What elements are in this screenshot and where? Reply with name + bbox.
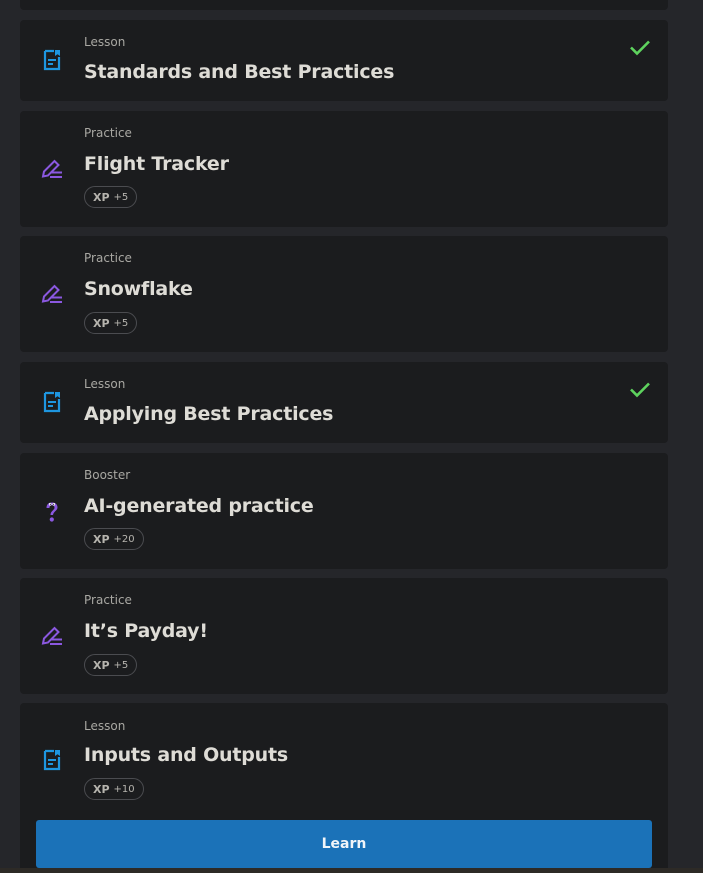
completed-check-icon: [630, 40, 650, 56]
item-title: Inputs and Outputs: [84, 744, 288, 766]
item-title: AI-generated practice: [84, 495, 314, 517]
list-item-practice-its-payday[interactable]: Practice It’s Payday! XP +5: [20, 578, 668, 694]
item-type-label: Practice: [84, 126, 132, 140]
bottom-divider: [0, 868, 703, 873]
list-item-lesson-applying-best-practices[interactable]: Lesson Applying Best Practices: [20, 362, 668, 443]
learn-button[interactable]: Learn: [36, 820, 652, 868]
practice-pencil-icon: [41, 626, 62, 645]
xp-badge: XP +5: [84, 654, 138, 676]
item-title: Snowflake: [84, 278, 193, 300]
xp-value: +20: [113, 533, 135, 545]
item-type-label: Practice: [84, 593, 132, 607]
xp-badge: XP +20: [84, 528, 144, 550]
item-title: It’s Payday!: [84, 620, 208, 642]
list-item-practice-snowflake[interactable]: Practice Snowflake XP +5: [20, 236, 668, 352]
booster-question-icon: [46, 502, 58, 522]
item-type-label: Lesson: [84, 719, 126, 733]
xp-label: XP: [93, 532, 110, 546]
xp-label: XP: [93, 316, 110, 330]
xp-value: +5: [113, 659, 129, 671]
completed-check-icon: [630, 382, 650, 398]
item-type-label: Practice: [84, 251, 132, 265]
item-title: Applying Best Practices: [84, 403, 334, 425]
lesson-doc-icon: [43, 391, 61, 413]
item-title: Flight Tracker: [84, 153, 229, 175]
item-type-label: Booster: [84, 468, 131, 482]
xp-label: XP: [93, 782, 110, 796]
xp-label: XP: [93, 658, 110, 672]
xp-badge: XP +5: [84, 186, 138, 208]
lesson-doc-icon: [43, 49, 61, 71]
xp-value: +10: [113, 783, 135, 795]
xp-label: XP: [93, 190, 110, 204]
xp-value: +5: [113, 317, 129, 329]
list-item-lesson-standards[interactable]: Lesson Standards and Best Practices: [20, 20, 668, 101]
item-type-label: Lesson: [84, 377, 126, 391]
xp-badge: XP +10: [84, 778, 144, 800]
previous-item-card[interactable]: [20, 0, 668, 10]
xp-badge: XP +5: [84, 312, 138, 334]
item-title: Standards and Best Practices: [84, 61, 395, 83]
item-type-label: Lesson: [84, 35, 126, 49]
list-item-booster-ai-practice[interactable]: Booster AI-generated practice XP +20: [20, 453, 668, 569]
module-item-list: Lesson Standards and Best Practices Prac…: [0, 0, 703, 873]
lesson-doc-icon: [43, 749, 61, 771]
list-item-practice-flight-tracker[interactable]: Practice Flight Tracker XP +5: [20, 111, 668, 227]
practice-pencil-icon: [41, 284, 62, 303]
practice-pencil-icon: [41, 159, 62, 178]
xp-value: +5: [113, 191, 129, 203]
